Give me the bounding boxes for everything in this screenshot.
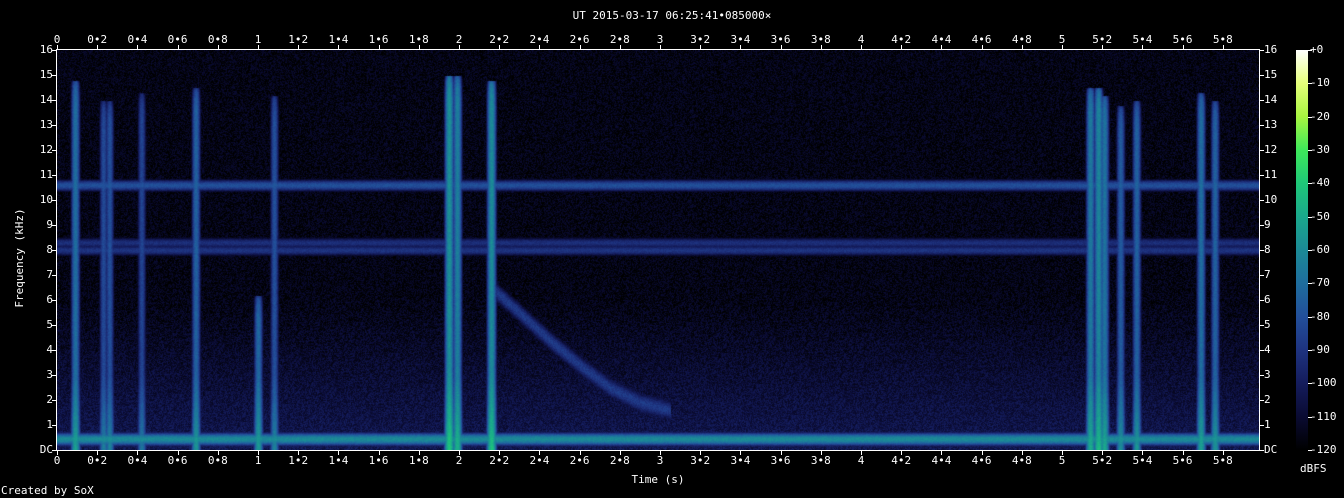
y-tick-label: 5 — [46, 318, 53, 331]
y-tick-label: 1 — [1264, 418, 1271, 431]
colorbar-tick-label: -30 — [1310, 143, 1330, 156]
y-tick-label: 14 — [1264, 93, 1278, 106]
y-tick-label: 14 — [39, 93, 53, 106]
y-tick-label: 3 — [46, 368, 53, 381]
colorbar-tick-label: -20 — [1310, 109, 1330, 123]
y-tick-label: 12 — [1264, 143, 1278, 156]
colorbar — [1296, 50, 1308, 450]
colorbar-tick-label: -50 — [1310, 209, 1330, 223]
y-tick-label: 4 — [46, 343, 53, 356]
colorbar-tick-label: -110 — [1310, 409, 1337, 423]
y-tick-label: 7 — [1264, 268, 1271, 281]
colorbar-label: dBFS — [1300, 462, 1327, 475]
y-axis-label: Frequency (kHz) — [13, 208, 26, 308]
credit-text: Created by SoX — [1, 484, 94, 497]
colorbar-tick-label: +0 — [1310, 43, 1324, 56]
y-tick-label: 15 — [39, 68, 53, 81]
y-tick-label: 13 — [39, 118, 53, 131]
colorbar-tick-label: -70 — [1310, 276, 1330, 290]
y-tick-label: 2 — [46, 393, 53, 406]
y-tick-label: 4 — [1264, 343, 1271, 356]
x-axis-label: Time (s) — [631, 473, 685, 486]
x-tick-label: 5•8 — [1212, 33, 1233, 46]
y-tick-label: 16 — [39, 43, 53, 56]
y-tick-label: 13 — [1264, 118, 1278, 131]
y-tick-label: 11 — [39, 168, 53, 181]
colorbar-tick-label: -40 — [1310, 176, 1330, 190]
y-tick-label: 10 — [1264, 193, 1278, 206]
y-tick-label: 6 — [1264, 293, 1271, 306]
plot-border — [56, 49, 1260, 451]
colorbar-tick-label: -10 — [1310, 76, 1330, 90]
y-tick-label: 1 — [46, 418, 53, 431]
y-tick-label: 9 — [1264, 218, 1271, 231]
y-tick-label: DC — [39, 443, 53, 456]
y-tick-label: 12 — [39, 143, 53, 156]
colorbar-tick-label: -80 — [1310, 309, 1330, 323]
spectrogram-window: UT 2015-03-17 06:25:41•085000× 0 0•2 0•4 0•… — [0, 0, 1344, 498]
x-tick-label: 5•8 — [1212, 454, 1233, 467]
y-tick-label: 15 — [1264, 68, 1278, 81]
colorbar-tick-label: -100 — [1310, 376, 1337, 390]
y-tick-label: 16 — [1264, 43, 1278, 56]
colorbar-tick-label: -60 — [1310, 243, 1330, 256]
y-tick-label: DC — [1264, 443, 1278, 456]
y-tick-label: 3 — [1264, 368, 1271, 381]
y-tick-label: 2 — [1264, 393, 1271, 406]
y-tick-label: 8 — [1264, 243, 1271, 256]
chart-frame — [52, 45, 1312, 455]
y-tick-label: 5 — [1264, 318, 1271, 331]
colorbar-tick-label: -90 — [1310, 343, 1330, 356]
y-tick-label: 11 — [1264, 168, 1278, 181]
colorbar-tick-label: -120 — [1310, 443, 1337, 456]
